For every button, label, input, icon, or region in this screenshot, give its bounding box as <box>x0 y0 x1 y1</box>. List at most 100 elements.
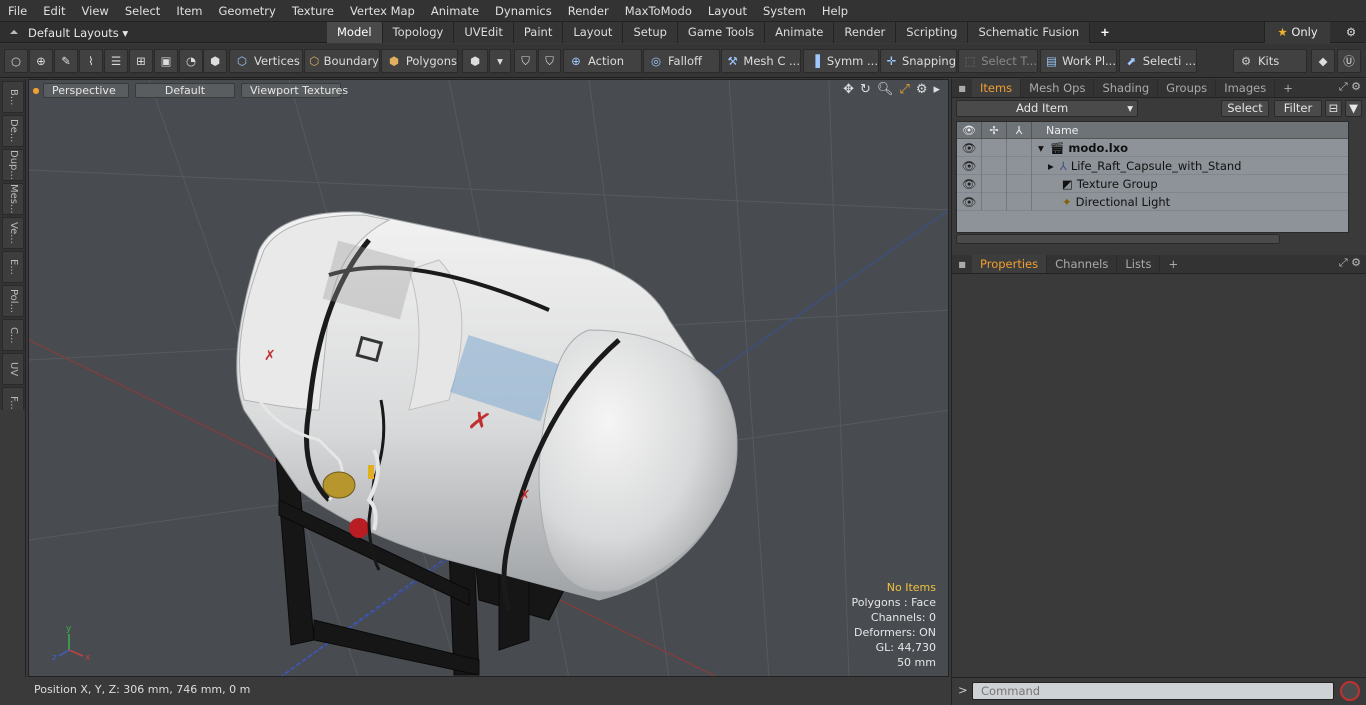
tab-scripting[interactable]: Scripting <box>896 22 969 43</box>
mesh-constraint-button[interactable]: ⚒ Mesh C ... <box>721 49 801 73</box>
selection-sets-button[interactable]: ⬈ Selecti ... <box>1119 49 1197 73</box>
tab-topology[interactable]: Topology <box>382 22 455 43</box>
zoom-view-icon[interactable]: 🔍︎ <box>877 82 894 97</box>
properties-panel-menu-icon[interactable]: ■ <box>952 260 972 269</box>
left-tab-curve[interactable]: C... <box>2 319 24 351</box>
unreal-logo-icon[interactable]: Ⓤ <box>1337 49 1361 73</box>
add-item-button[interactable]: Add Item ▾ <box>956 100 1138 117</box>
left-tab-uv[interactable]: UV <box>2 353 24 385</box>
menu-dynamics[interactable]: Dynamics <box>487 0 560 22</box>
rotate-icon[interactable]: ◔ <box>179 49 203 73</box>
tab-groups[interactable]: Groups <box>1158 79 1217 97</box>
shading-dropdown[interactable]: Default <box>135 82 235 98</box>
command-input[interactable] <box>972 682 1334 700</box>
gear-icon[interactable]: ⚙ <box>1336 22 1366 43</box>
left-tab-vertex[interactable]: Ve... <box>2 217 24 249</box>
type-col-icon[interactable]: ⅄ <box>1007 122 1032 138</box>
work-plane-button[interactable]: ▤ Work Pl... <box>1040 49 1117 73</box>
eye-icon[interactable]: 👁︎ <box>957 156 982 175</box>
table-row[interactable]: 👁︎ ◩ Texture Group <box>957 174 1348 193</box>
globe-icon[interactable]: ⊕ <box>29 49 53 73</box>
eye-icon[interactable]: 👁︎ <box>957 192 982 211</box>
chevron-down-icon[interactable]: ▾ <box>489 49 511 73</box>
tab-render[interactable]: Render <box>834 22 897 43</box>
boundary-button[interactable]: ⬡ Boundary <box>304 49 380 73</box>
add-panel-tab-icon[interactable]: + <box>1275 79 1301 97</box>
shield-icon[interactable]: ⛉ <box>514 49 537 73</box>
pen-icon[interactable]: ✎ <box>54 49 78 73</box>
item-mode-icon[interactable]: ⬢ <box>203 49 227 73</box>
tab-lists[interactable]: Lists <box>1117 255 1161 273</box>
rotate-view-icon[interactable]: ↻ <box>860 82 871 97</box>
items-panel-options-icon[interactable]: ⤢ ⚙ <box>1339 80 1361 94</box>
visibility-col-icon[interactable]: 👁︎ <box>957 122 982 138</box>
tab-channels[interactable]: Channels <box>1047 255 1118 273</box>
shield-alt-icon[interactable]: ⛉ <box>538 49 561 73</box>
material-mode-icon[interactable]: ⬢ <box>462 49 488 73</box>
table-row[interactable]: 👁︎ ✦ Directional Light <box>957 192 1348 211</box>
menu-file[interactable]: File <box>0 0 35 22</box>
funnel-icon[interactable]: ▼ <box>1345 100 1362 117</box>
left-tab-mesh-edit[interactable]: Mes... <box>2 183 24 215</box>
menu-view[interactable]: View <box>74 0 117 22</box>
collapse-arrow-icon[interactable]: ⏶ <box>0 25 28 40</box>
menu-layout[interactable]: Layout <box>700 0 755 22</box>
left-tab-polygon[interactable]: Pol... <box>2 285 24 317</box>
menu-item[interactable]: Item <box>168 0 210 22</box>
tab-schematic-fusion[interactable]: Schematic Fusion <box>968 22 1091 43</box>
eye-icon[interactable]: 👁︎ <box>957 174 982 193</box>
record-macro-icon[interactable] <box>1340 681 1360 701</box>
frame-icon[interactable]: ▣ <box>154 49 178 73</box>
menu-edit[interactable]: Edit <box>35 0 73 22</box>
polygons-button[interactable]: ⬢ Polygons <box>381 49 458 73</box>
tab-game-tools[interactable]: Game Tools <box>677 22 766 43</box>
tab-uvedit[interactable]: UVEdit <box>454 22 514 43</box>
menu-select[interactable]: Select <box>117 0 168 22</box>
viewport-gear-icon[interactable]: ⚙ <box>916 82 928 97</box>
circle-select-icon[interactable]: ○ <box>4 49 28 73</box>
default-layouts-dropdown[interactable]: Default Layouts ▾ <box>28 26 128 40</box>
maximize-view-icon[interactable]: ⤢ <box>899 82 909 97</box>
table-row[interactable]: 👁︎ ▾ 🎬︎ modo.lxo <box>957 138 1348 157</box>
filter-button[interactable]: Filter <box>1274 100 1322 117</box>
left-tab-edge[interactable]: E... <box>2 251 24 283</box>
viewport-menu-icon[interactable]: ● <box>29 86 43 95</box>
menu-vertex-map[interactable]: Vertex Map <box>342 0 423 22</box>
tab-items[interactable]: Items <box>972 79 1022 97</box>
menu-animate[interactable]: Animate <box>423 0 487 22</box>
items-panel-menu-icon[interactable]: ■ <box>952 84 972 93</box>
lock-col-icon[interactable]: ✢ <box>982 122 1007 138</box>
tab-model[interactable]: Model <box>327 22 383 43</box>
item-list-scrollbar[interactable] <box>956 234 1280 244</box>
kits-button[interactable]: ⚙ Kits <box>1233 49 1307 73</box>
expand-arrow-icon[interactable]: ▾ <box>1032 141 1044 155</box>
menu-help[interactable]: Help <box>814 0 856 22</box>
name-column-header[interactable]: Name <box>1032 122 1078 138</box>
move-view-icon[interactable]: ✥ <box>843 82 854 97</box>
tab-setup[interactable]: Setup <box>623 22 678 43</box>
3d-viewport[interactable]: ✗ ✗ ✗ y x z ● Perspective Default Viewpo… <box>28 79 949 677</box>
snapping-button[interactable]: ✛ Snapping <box>880 49 957 73</box>
menu-geometry[interactable]: Geometry <box>211 0 284 22</box>
select-through-button[interactable]: ⬚ Select T... <box>958 49 1038 73</box>
table-row[interactable]: 👁︎ ▸ ⅄ Life_Raft_Capsule_with_Stand <box>957 156 1348 175</box>
menu-texture[interactable]: Texture <box>284 0 342 22</box>
add-panel-tab-icon[interactable]: + <box>1160 255 1186 273</box>
eye-icon[interactable]: 👁︎ <box>957 138 982 157</box>
tab-animate[interactable]: Animate <box>765 22 835 43</box>
only-toggle[interactable]: ★ Only <box>1264 22 1330 43</box>
brush-icon[interactable]: ⌇ <box>79 49 103 73</box>
vertices-button[interactable]: ⬡ Vertices <box>229 49 303 73</box>
transform-icon[interactable]: ⊞ <box>129 49 153 73</box>
menu-maxtomodo[interactable]: MaxToModo <box>617 0 700 22</box>
align-icon[interactable]: ☰ <box>104 49 128 73</box>
perspective-dropdown[interactable]: Perspective <box>43 82 129 98</box>
tab-shading[interactable]: Shading <box>1094 79 1159 97</box>
expand-arrow-icon[interactable]: ▸ <box>1032 159 1054 173</box>
tab-layout[interactable]: Layout <box>563 22 624 43</box>
tab-properties[interactable]: Properties <box>972 255 1048 273</box>
menu-system[interactable]: System <box>755 0 814 22</box>
left-tab-basic[interactable]: B... <box>2 81 24 113</box>
properties-panel-options-icon[interactable]: ⤢ ⚙ <box>1339 256 1361 270</box>
tab-paint[interactable]: Paint <box>513 22 564 43</box>
